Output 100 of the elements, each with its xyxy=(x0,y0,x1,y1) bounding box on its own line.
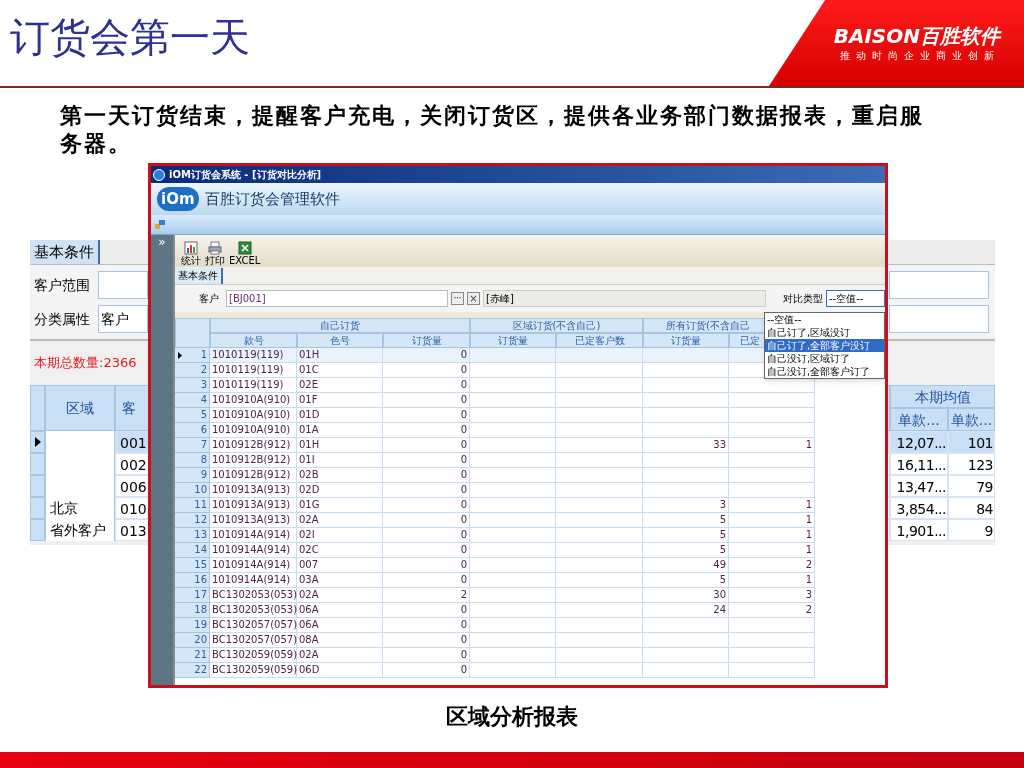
row-number[interactable]: 19 xyxy=(175,618,210,633)
row-number[interactable]: 7 xyxy=(175,438,210,453)
column-header: 订货量 xyxy=(470,333,556,348)
compare-type-select[interactable]: --空值-- xyxy=(826,290,885,307)
table-cell: 33 xyxy=(643,438,729,453)
row-number[interactable]: 15 xyxy=(175,558,210,573)
row-number[interactable]: 20 xyxy=(175,633,210,648)
row-number[interactable]: 6 xyxy=(175,423,210,438)
table-cell: 0 xyxy=(383,453,470,468)
column-header: 区域 xyxy=(45,385,115,431)
table-cell: 0 xyxy=(383,438,470,453)
app-logo: iOm xyxy=(157,187,199,211)
dropdown-option[interactable]: 自己订了,全部客户没订 xyxy=(765,339,884,352)
table-cell: 1010910A(910) xyxy=(210,423,297,438)
toolbar-button[interactable]: EXCEL xyxy=(229,241,261,266)
table-cell: 01C xyxy=(297,363,383,378)
table-cell: 007 xyxy=(297,558,383,573)
toolbar-button[interactable]: 统计 xyxy=(181,241,201,266)
input-field[interactable] xyxy=(889,305,989,333)
table-cell: 3,854... xyxy=(890,497,948,519)
table-cell: 0 xyxy=(383,423,470,438)
total-quantity: 本期总数量:2366 xyxy=(34,354,137,373)
row-marker[interactable] xyxy=(30,519,45,541)
table-cell: BC1302053(053) xyxy=(210,588,297,603)
table-cell: 02A xyxy=(297,588,383,603)
table-cell: 0 xyxy=(383,558,470,573)
table-cell: 5 xyxy=(643,543,729,558)
table-cell: 01D xyxy=(297,408,383,423)
table-cell: 06A xyxy=(297,603,383,618)
table-cell: 1,901... xyxy=(890,519,948,541)
expand-button[interactable]: » xyxy=(158,235,166,249)
app-name: 百胜订货会管理软件 xyxy=(204,188,340,210)
row-number[interactable]: 17 xyxy=(175,588,210,603)
tab[interactable]: 基本条件 xyxy=(30,240,100,264)
windows-icon[interactable] xyxy=(155,219,165,230)
row-number[interactable]: 4 xyxy=(175,393,210,408)
table-cell: 5 xyxy=(643,528,729,543)
table-cell: 101 xyxy=(948,431,995,453)
row-number[interactable]: 8 xyxy=(175,453,210,468)
slogan: 推动时尚企业商业创新 xyxy=(840,50,1000,62)
row-marker[interactable] xyxy=(30,453,45,475)
table-cell: 1010910A(910) xyxy=(210,393,297,408)
table-cell: 1010912B(912) xyxy=(210,453,297,468)
table-cell: 01H xyxy=(297,438,383,453)
table-cell: 02E xyxy=(297,378,383,393)
row-number[interactable]: 21 xyxy=(175,648,210,663)
table-cell: 0 xyxy=(383,648,470,663)
field-label: 客户 xyxy=(199,292,219,306)
row-marker[interactable] xyxy=(30,431,45,453)
customer-code-field[interactable]: [BJ001] xyxy=(226,290,448,307)
table-cell: 0 xyxy=(383,468,470,483)
row-number[interactable]: 18 xyxy=(175,603,210,618)
table-cell: 12,07... xyxy=(890,431,948,453)
table-cell: 0 xyxy=(383,483,470,498)
table-cell: BC1302053(053) xyxy=(210,603,297,618)
row-marker[interactable] xyxy=(30,475,45,497)
row-number[interactable]: 14 xyxy=(175,543,210,558)
row-number[interactable]: 16 xyxy=(175,573,210,588)
table-cell: 79 xyxy=(948,475,995,497)
row-number[interactable]: 12 xyxy=(175,513,210,528)
row-number[interactable]: 13 xyxy=(175,528,210,543)
table-cell: 0 xyxy=(383,513,470,528)
input-field[interactable] xyxy=(98,271,148,299)
table-cell: 01A xyxy=(297,423,383,438)
row-number[interactable]: 10 xyxy=(175,483,210,498)
tab[interactable]: 基本条件 xyxy=(175,268,223,284)
table-cell: 1010119(119) xyxy=(210,378,297,393)
row-number[interactable]: 1 xyxy=(175,348,210,363)
table-cell: 0 xyxy=(383,618,470,633)
table-cell: 1010914A(914) xyxy=(210,558,297,573)
table-cell: 北京 xyxy=(45,497,115,519)
table-cell: 1010910A(910) xyxy=(210,408,297,423)
group-header: 本期均值 xyxy=(890,385,995,408)
table-cell: 5 xyxy=(643,573,729,588)
slide-body-text: 第一天订货结束，提醒客户充电，关闭订货区，提供各业务部门数据报表，重启服务器。 xyxy=(60,102,925,158)
row-number[interactable]: 9 xyxy=(175,468,210,483)
table-cell: 24 xyxy=(643,603,729,618)
table-cell: 02A xyxy=(297,648,383,663)
clear-button[interactable]: × xyxy=(467,292,480,305)
toolbar-button[interactable]: 打印 xyxy=(205,241,225,266)
app-icon xyxy=(153,168,165,181)
table-cell: 0 xyxy=(383,408,470,423)
dropdown-option[interactable]: 自己没订,区域订了 xyxy=(765,352,884,365)
table-cell: 省外客户 xyxy=(45,519,115,541)
window-title: iOM订货会系统 - [订货对比分析] xyxy=(169,168,322,182)
row-number[interactable]: 3 xyxy=(175,378,210,393)
table-cell: 0 xyxy=(383,498,470,513)
input-field[interactable] xyxy=(889,271,989,299)
table-cell: 1 xyxy=(729,438,815,453)
row-number[interactable]: 5 xyxy=(175,408,210,423)
input-field[interactable]: 客户 xyxy=(98,305,148,333)
row-pointer-icon xyxy=(34,437,41,447)
dropdown-option[interactable]: 自己没订,全部客户订了 xyxy=(765,365,884,378)
table-cell: 1010914A(914) xyxy=(210,543,297,558)
table-cell: 0 xyxy=(383,633,470,648)
browse-button[interactable]: ··· xyxy=(451,292,464,305)
row-number[interactable]: 11 xyxy=(175,498,210,513)
row-number[interactable]: 2 xyxy=(175,363,210,378)
row-number[interactable]: 22 xyxy=(175,663,210,678)
row-marker[interactable] xyxy=(30,497,45,519)
